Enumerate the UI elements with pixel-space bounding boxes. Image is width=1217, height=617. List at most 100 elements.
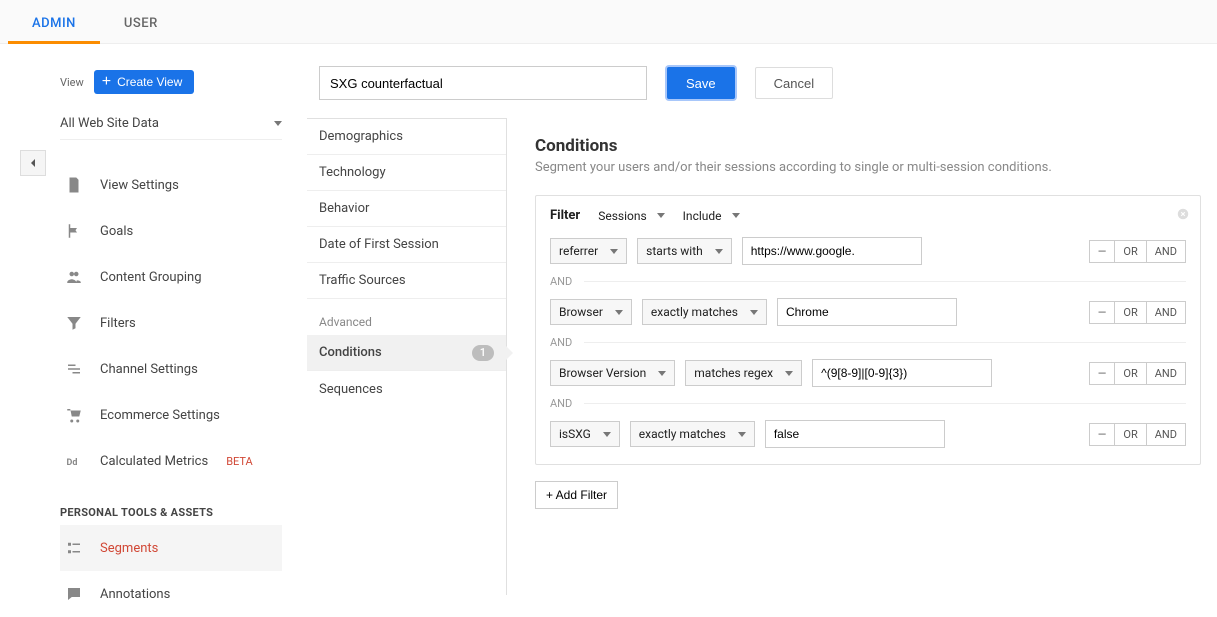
caret-down-icon	[785, 371, 793, 376]
segcat-technology[interactable]: Technology	[307, 155, 506, 191]
sidebar-item-label: Content Grouping	[100, 270, 202, 285]
remove-rule-button[interactable]: —	[1089, 240, 1116, 263]
svg-text:Dd: Dd	[67, 458, 78, 468]
flag-icon	[64, 222, 84, 240]
rule-connector-and: AND	[550, 397, 1186, 410]
mode-value: Include	[683, 209, 722, 223]
dimension-dropdown[interactable]: Browser	[550, 299, 632, 325]
metrics-icon: Dd	[64, 452, 84, 470]
create-view-label: Create View	[117, 75, 182, 89]
segcat-conditions-label: Conditions	[319, 345, 382, 360]
dimension-value: isSXG	[559, 427, 591, 441]
sidebar-item-annotations[interactable]: Annotations	[60, 571, 282, 617]
operator-value: starts with	[646, 244, 703, 258]
operator-dropdown[interactable]: exactly matches	[642, 299, 767, 325]
rule-connector-and: AND	[550, 336, 1186, 349]
save-button[interactable]: Save	[667, 67, 735, 99]
sidebar-item-label: Ecommerce Settings	[100, 408, 220, 423]
sidebar-item-label: Goals	[100, 224, 133, 239]
logic-or-button[interactable]: OR	[1114, 362, 1146, 385]
filter-box: Filter Sessions Include referrer starts …	[535, 195, 1201, 465]
sidebar-item-calculated-metrics[interactable]: Dd Calculated Metrics BETA	[60, 438, 282, 484]
segcat-traffic-sources[interactable]: Traffic Sources	[307, 263, 506, 299]
dimension-dropdown[interactable]: isSXG	[550, 421, 620, 447]
sidebar-item-label: Segments	[100, 541, 158, 556]
annotation-icon	[64, 585, 84, 603]
caret-down-icon	[603, 432, 611, 437]
tab-admin[interactable]: ADMIN	[8, 4, 100, 43]
caret-down-icon	[732, 213, 740, 218]
view-selector[interactable]: All Web Site Data	[60, 108, 282, 140]
view-label: View	[60, 76, 84, 89]
dimension-value: Browser	[559, 305, 603, 319]
sidebar-item-label: View Settings	[100, 178, 179, 193]
remove-rule-button[interactable]: —	[1089, 301, 1116, 324]
sidebar-item-label: Channel Settings	[100, 362, 198, 377]
logic-and-button[interactable]: AND	[1146, 362, 1186, 385]
caret-down-icon	[750, 310, 758, 315]
sidebar-item-segments[interactable]: Segments	[60, 525, 282, 571]
rule-connector-and: AND	[550, 275, 1186, 288]
sidebar-item-label: Annotations	[100, 587, 170, 602]
conditions-subtitle: Segment your users and/or their sessions…	[535, 160, 1201, 175]
segcat-sequences[interactable]: Sequences	[307, 371, 506, 407]
add-filter-button[interactable]: + Add Filter	[535, 481, 618, 509]
sidebar-item-goals[interactable]: Goals	[60, 208, 282, 254]
filter-label: Filter	[550, 208, 580, 223]
caret-down-icon	[738, 432, 746, 437]
value-input[interactable]	[765, 420, 945, 448]
dimension-dropdown[interactable]: referrer	[550, 238, 627, 264]
sidebar-section-header: PERSONAL TOOLS & ASSETS	[60, 506, 282, 519]
sidebar-item-channel-settings[interactable]: Channel Settings	[60, 346, 282, 392]
caret-down-icon	[610, 249, 618, 254]
segment-name-input[interactable]	[319, 66, 647, 100]
cart-icon	[64, 406, 84, 424]
dimension-value: Browser Version	[559, 366, 646, 380]
sliders-icon	[64, 360, 84, 378]
caret-down-icon	[715, 249, 723, 254]
mode-dropdown[interactable]: Include	[683, 209, 740, 223]
document-icon	[64, 176, 84, 194]
funnel-icon	[64, 314, 84, 332]
segcat-demographics[interactable]: Demographics	[307, 119, 506, 155]
segcat-conditions[interactable]: Conditions 1	[307, 335, 506, 371]
logic-or-button[interactable]: OR	[1114, 240, 1146, 263]
operator-dropdown[interactable]: starts with	[637, 238, 732, 264]
caret-down-icon	[274, 121, 282, 126]
cancel-button[interactable]: Cancel	[755, 67, 833, 99]
caret-down-icon	[615, 310, 623, 315]
caret-down-icon	[658, 371, 666, 376]
value-input[interactable]	[742, 237, 922, 265]
segcat-behavior[interactable]: Behavior	[307, 191, 506, 227]
dimension-dropdown[interactable]: Browser Version	[550, 360, 675, 386]
scope-value: Sessions	[598, 209, 646, 223]
segcat-date-first-session[interactable]: Date of First Session	[307, 227, 506, 263]
sidebar-item-view-settings[interactable]: View Settings	[60, 162, 282, 208]
arrow-left-icon	[25, 155, 41, 171]
operator-dropdown[interactable]: exactly matches	[630, 421, 755, 447]
value-input[interactable]	[812, 359, 992, 387]
scope-dropdown[interactable]: Sessions	[598, 209, 664, 223]
caret-down-icon	[657, 213, 665, 218]
close-icon	[1176, 207, 1190, 221]
logic-or-button[interactable]: OR	[1114, 301, 1146, 324]
back-button[interactable]	[20, 150, 46, 176]
conditions-title: Conditions	[535, 136, 1201, 156]
operator-value: exactly matches	[651, 305, 738, 319]
remove-rule-button[interactable]: —	[1089, 423, 1116, 446]
logic-and-button[interactable]: AND	[1146, 240, 1186, 263]
logic-or-button[interactable]: OR	[1114, 423, 1146, 446]
beta-badge: BETA	[226, 455, 253, 468]
sidebar-item-filters[interactable]: Filters	[60, 300, 282, 346]
sidebar-item-content-grouping[interactable]: Content Grouping	[60, 254, 282, 300]
tab-user[interactable]: USER	[100, 4, 182, 43]
logic-and-button[interactable]: AND	[1146, 423, 1186, 446]
sidebar-item-ecommerce-settings[interactable]: Ecommerce Settings	[60, 392, 282, 438]
value-input[interactable]	[777, 298, 957, 326]
remove-filter-button[interactable]	[1176, 206, 1190, 225]
logic-and-button[interactable]: AND	[1146, 301, 1186, 324]
remove-rule-button[interactable]: —	[1089, 362, 1116, 385]
conditions-count-badge: 1	[472, 345, 494, 361]
create-view-button[interactable]: + Create View	[94, 70, 195, 94]
operator-dropdown[interactable]: matches regex	[685, 360, 802, 386]
